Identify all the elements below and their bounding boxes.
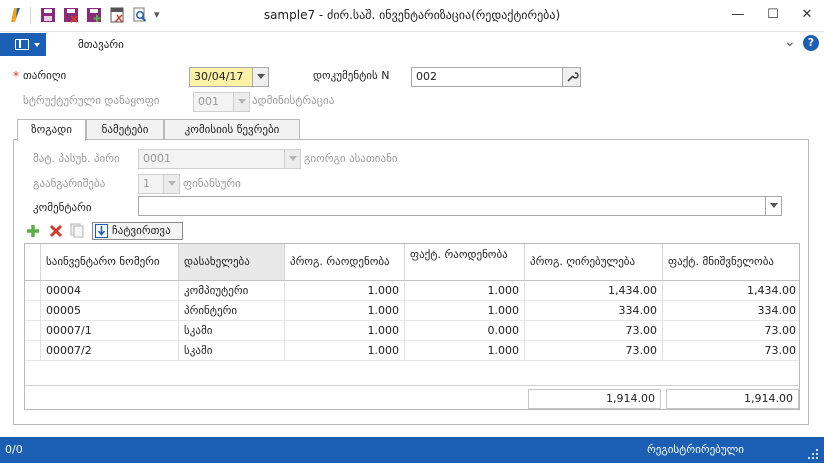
table-cell-prog-value[interactable]: 73.00 — [525, 341, 663, 361]
comment-dropdown-button[interactable] — [765, 197, 781, 215]
col-header-inventory-number[interactable]: საინვენტარო ნომერი — [41, 244, 179, 281]
tab-general[interactable]: ზოგადი — [17, 119, 86, 141]
total-prog-value: 1,914.00 — [528, 389, 661, 409]
account-label: გაანგარიშება — [33, 177, 106, 190]
row-indicator[interactable] — [25, 281, 41, 301]
copy-row-icon[interactable] — [70, 223, 84, 238]
title-bar: ▾ sample7 - ძირ.საშ. ინვენტარიზაცია(რედა… — [0, 0, 824, 32]
table-cell-fact-value[interactable]: 334.00 — [663, 301, 799, 321]
table-cell-prog-quantity[interactable]: 1.000 — [285, 281, 405, 301]
table-cell-prog-value[interactable]: 73.00 — [525, 321, 663, 341]
close-button[interactable]: ✕ — [796, 4, 818, 26]
grid-footer-divider — [25, 385, 799, 386]
account-code: 1 — [143, 177, 150, 190]
struct-unit-code: 001 — [198, 95, 219, 108]
table-cell-prog-value[interactable]: 1,434.00 — [525, 281, 663, 301]
required-mark: * — [13, 69, 19, 83]
save-new-icon[interactable] — [86, 7, 102, 23]
table-cell-inventory-number[interactable]: 00004 — [41, 281, 179, 301]
table-cell-prog-quantity[interactable]: 1.000 — [285, 301, 405, 321]
comment-field[interactable] — [138, 196, 782, 216]
responsible-code: 0001 — [143, 152, 171, 165]
load-button[interactable]: ჩატვირთვა — [92, 222, 183, 240]
table-cell-fact-value[interactable]: 73.00 — [663, 321, 799, 341]
tab-commission-members[interactable]: კომისიის წევრები — [164, 119, 300, 140]
delete-row-icon[interactable] — [49, 224, 63, 238]
row-indicator-header — [25, 244, 41, 281]
doc-number-field[interactable]: 002 — [411, 67, 581, 87]
date-value: 30/04/17 — [194, 70, 244, 83]
chevron-down-icon — [34, 43, 40, 47]
row-indicator[interactable] — [25, 341, 41, 361]
search-icon[interactable] — [132, 7, 148, 23]
load-button-label: ჩატვირთვა — [112, 224, 171, 237]
table-cell-name[interactable]: კომპიუტერი — [179, 281, 285, 301]
print-preview-icon[interactable] — [109, 7, 125, 23]
responsible-dropdown-button[interactable] — [284, 150, 300, 168]
table-cell-inventory-number[interactable]: 00007/2 — [41, 341, 179, 361]
struct-unit-dropdown-button[interactable] — [233, 93, 249, 111]
resize-grip-icon[interactable] — [806, 447, 820, 461]
table-cell-fact-value[interactable]: 1,434.00 — [663, 281, 799, 301]
struct-unit-label: სტრუქტურული დანაყოფი — [23, 94, 160, 107]
table-cell-prog-value[interactable]: 334.00 — [525, 301, 663, 321]
layout-icon — [15, 39, 29, 50]
record-counter: 0/0 — [5, 443, 23, 456]
table-cell-fact-quantity[interactable]: 1.000 — [405, 341, 525, 361]
struct-unit-name: ადმინისტრაცია — [252, 94, 335, 107]
responsible-name: გიორგი ასათიანი — [304, 152, 398, 165]
tab-surplus[interactable]: ნამეტები — [86, 119, 164, 140]
document-status: რეგისტრირებული — [647, 443, 745, 456]
comment-label: კომენტარი — [33, 201, 92, 214]
collapse-ribbon-icon[interactable]: ⌄ — [784, 34, 796, 50]
maximize-button[interactable]: ☐ — [762, 4, 784, 26]
table-cell-fact-quantity[interactable]: 1.000 — [405, 301, 525, 321]
tab-home[interactable]: მთავარი — [78, 38, 124, 51]
table-cell-inventory-number[interactable]: 00005 — [41, 301, 179, 321]
add-row-icon[interactable] — [26, 224, 40, 238]
app-logo-icon — [8, 7, 24, 23]
col-header-fact-value[interactable]: ფაქტ. მნიშვნელობა — [663, 244, 799, 281]
row-indicator[interactable] — [25, 321, 41, 341]
table-cell-inventory-number[interactable]: 00007/1 — [41, 321, 179, 341]
help-icon: ? — [807, 36, 815, 49]
table-cell-fact-value[interactable]: 73.00 — [663, 341, 799, 361]
help-button[interactable]: ? — [803, 35, 819, 51]
minimize-button[interactable]: — — [727, 4, 749, 26]
table-cell-name[interactable]: სკამი — [179, 341, 285, 361]
total-fact-value: 1,914.00 — [666, 389, 799, 409]
table-cell-fact-quantity[interactable]: 0.000 — [405, 321, 525, 341]
row-indicator[interactable] — [25, 301, 41, 321]
col-header-fact-quantity[interactable]: ფაქტ. რაოდენობა — [405, 244, 525, 281]
status-bar: 0/0 რეგისტრირებული — [0, 437, 824, 463]
table-cell-prog-quantity[interactable]: 1.000 — [285, 341, 405, 361]
save-close-icon[interactable] — [63, 7, 79, 23]
doc-number-label: დოკუმენტის N — [313, 69, 390, 82]
doc-number-value: 002 — [416, 70, 437, 83]
date-label: თარიღი — [23, 69, 67, 82]
account-dropdown-button[interactable] — [163, 175, 179, 193]
wrench-icon[interactable] — [562, 68, 580, 86]
col-header-prog-quantity[interactable]: პროგ. რაოდენობა — [285, 244, 405, 281]
responsible-label: მატ. პასუხ. პირი — [33, 152, 120, 165]
file-menu-button[interactable] — [0, 33, 46, 56]
table-cell-name[interactable]: პრინტერი — [179, 301, 285, 321]
table-cell-prog-quantity[interactable]: 1.000 — [285, 321, 405, 341]
table-cell-name[interactable]: სკამი — [179, 321, 285, 341]
date-dropdown-button[interactable] — [252, 68, 268, 86]
struct-unit-code-field[interactable]: 001 — [193, 92, 250, 112]
account-name: ფინანსური — [183, 177, 241, 190]
table-cell-fact-quantity[interactable]: 1.000 — [405, 281, 525, 301]
responsible-code-field[interactable]: 0001 — [138, 149, 301, 169]
inventory-grid: საინვენტარო ნომერი დასახელება პროგ. რაოდ… — [24, 243, 800, 410]
date-field[interactable]: 30/04/17 — [189, 67, 269, 87]
col-header-prog-value[interactable]: პროგ. ღირებულება — [525, 244, 663, 281]
save-icon[interactable] — [40, 7, 56, 23]
customize-icon[interactable]: ▾ — [154, 8, 160, 21]
col-header-name[interactable]: დასახელება — [179, 244, 285, 281]
account-code-field[interactable]: 1 — [138, 174, 180, 194]
download-icon — [95, 224, 108, 238]
